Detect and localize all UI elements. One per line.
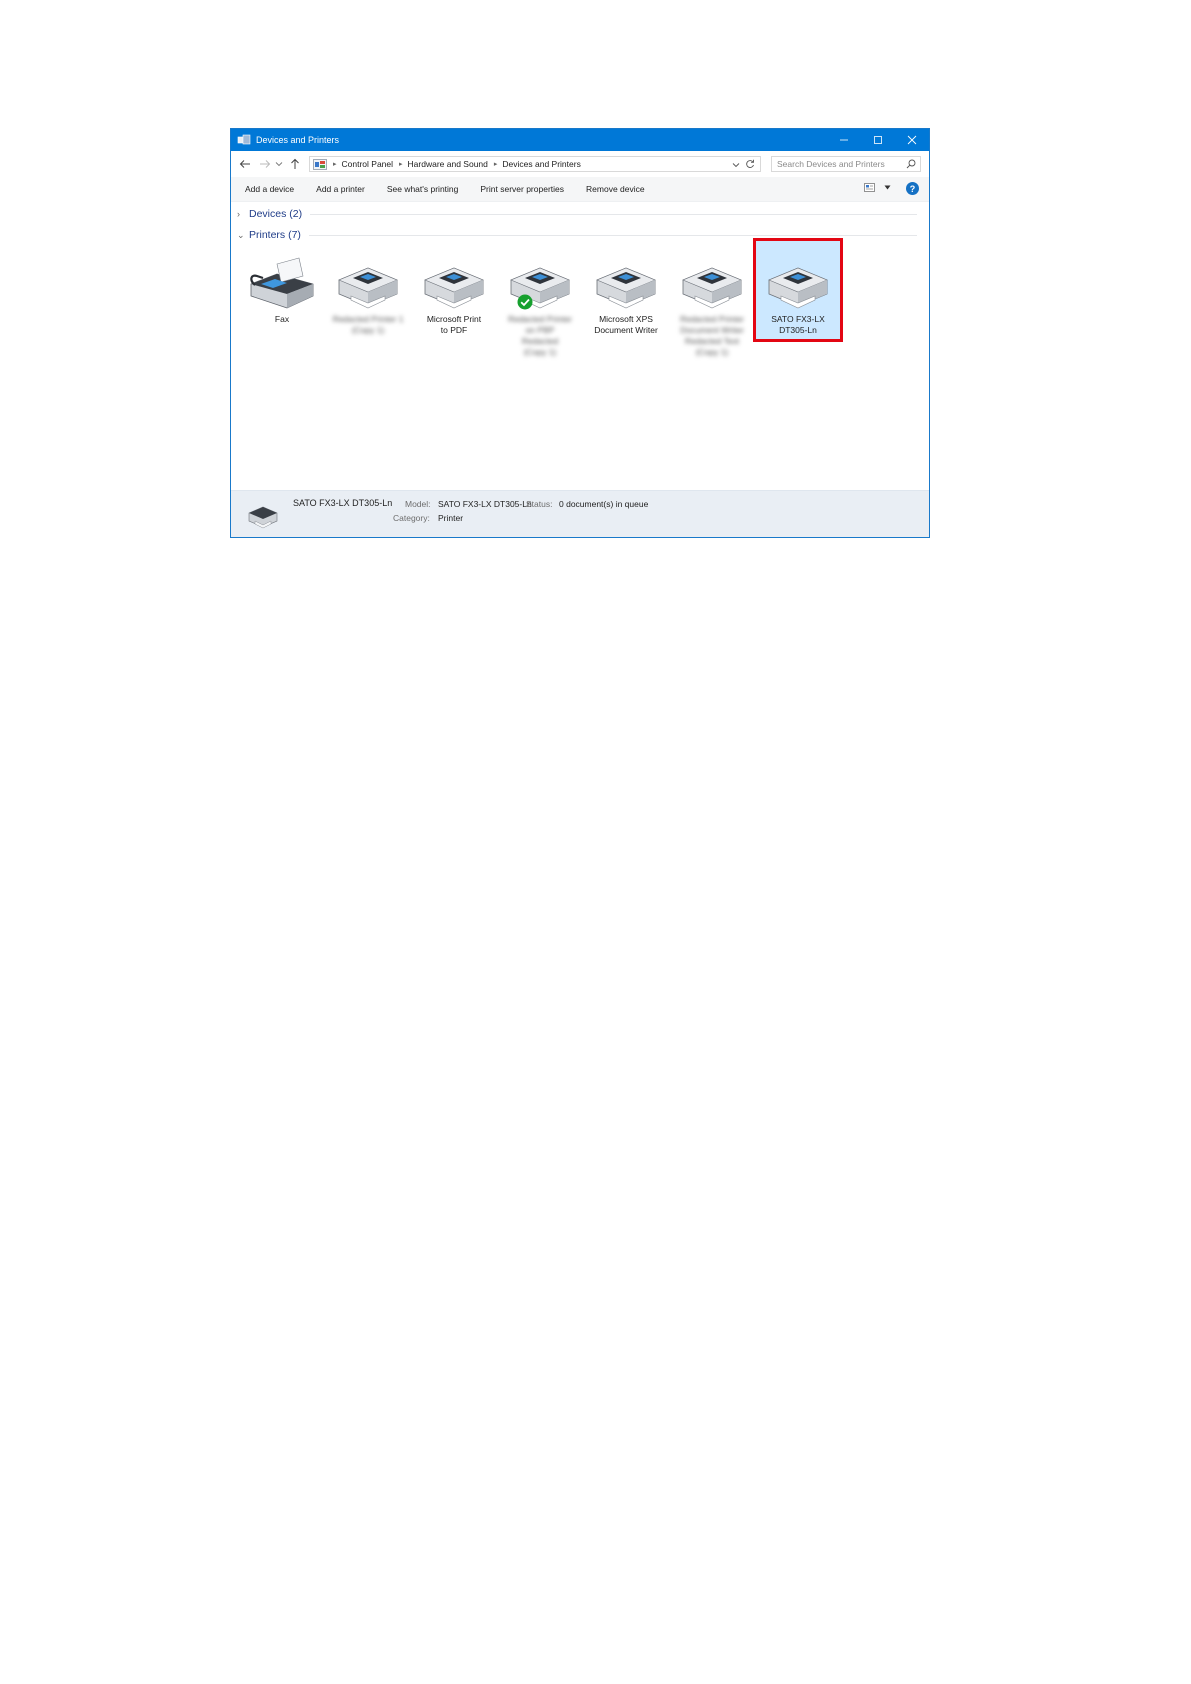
printer-icon [333,254,403,310]
dropdown-triangle-icon [884,185,891,190]
maximize-icon [874,136,882,144]
breadcrumb-separator-icon: ▸ [399,161,403,168]
maximize-button[interactable] [861,129,895,151]
up-button[interactable] [287,156,303,172]
breadcrumb-control-panel[interactable]: Control Panel [342,159,394,169]
printer-name-line: to PDF [440,325,468,335]
address-dropdown-button[interactable] [732,160,740,170]
printer-name-line: Redacted Printer [680,314,744,324]
breadcrumb-separator-icon: ▸ [333,161,337,168]
printer-tiles: Fax Redacted Printer 1 (Copy 1) Microsoft P… [239,240,841,357]
printer-tile[interactable]: Microsoft XPS Document Writer [583,240,669,340]
refresh-icon [746,159,754,168]
back-arrow-icon [239,160,250,168]
devices-group-header[interactable]: › Devices (2) [237,208,917,220]
selection-highlight-frame [753,238,843,342]
printer-name-line: (Copy 1) [695,347,729,357]
title-bar[interactable]: Devices and Printers [231,129,929,151]
model-value: SATO FX3-LX DT305-Ln [438,499,532,509]
devices-printers-app-icon [237,134,251,145]
model-label: Model: [405,499,431,509]
forward-arrow-icon [260,160,271,168]
printer-name: Redacted Printer Document Writer Redacted … [672,314,752,358]
command-bar: Add a device Add a printer See what's pr… [231,177,929,202]
printer-name-line: Redacted Printer [508,314,572,324]
printer-name-line: on PBP [525,325,555,335]
chevron-down-icon [275,162,283,167]
printer-name: Redacted Printer on PBP Redacted (Copy 1) [500,314,580,358]
printer-name: Microsoft XPS Document Writer [586,314,666,336]
printer-tile[interactable]: Redacted Printer Document Writer Redacted … [669,240,755,357]
search-icon [906,159,916,169]
control-panel-icon [313,158,327,170]
printer-name: Redacted Printer 1 (Copy 1) [328,314,408,336]
change-view-button[interactable] [864,183,891,192]
printer-tile[interactable]: Redacted Printer 1 (Copy 1) [325,240,411,340]
add-device-button[interactable]: Add a device [245,184,294,194]
address-bar[interactable]: ▸ Control Panel ▸ Hardware and Sound ▸ D… [309,156,761,172]
printer-name-line: Microsoft Print [426,314,482,324]
address-row: ▸ Control Panel ▸ Hardware and Sound ▸ D… [231,151,929,177]
window-title: Devices and Printers [256,135,340,145]
chevron-down-icon [732,163,740,168]
search-placeholder: Search Devices and Printers [777,159,885,169]
close-button[interactable] [895,129,929,151]
chevron-down-icon: ⌄ [237,229,245,240]
add-printer-button[interactable]: Add a printer [316,184,365,194]
printer-name-line: Redacted Printer 1 [332,314,404,324]
fax-icon [247,254,317,310]
help-button[interactable]: ? [906,182,919,195]
printer-name-line: Fax [274,314,290,324]
devices-and-printers-window: Devices and Printers ▸ Control Panel ▸ H… [230,128,930,538]
status-value: 0 document(s) in queue [559,499,649,509]
content-area: › Devices (2) ⌄ Printers (7) Fax Redacted… [231,202,929,495]
remove-device-button[interactable]: Remove device [586,184,645,194]
status-label: Status: [526,499,553,509]
printer-tile[interactable]: Redacted Printer on PBP Redacted (Copy 1) [497,240,583,357]
printer-icon [591,254,661,310]
minimize-icon [840,139,848,141]
close-icon [907,135,917,145]
breadcrumb-hardware-and-sound[interactable]: Hardware and Sound [408,159,488,169]
forward-button[interactable] [257,156,273,172]
group-divider [308,234,917,236]
print-server-properties-button[interactable]: Print server properties [480,184,564,194]
breadcrumb-separator-icon: ▸ [493,161,498,168]
devices-group-label: Devices (2) [249,208,303,220]
printer-name-line: Document Writer [680,325,744,335]
search-input[interactable]: Search Devices and Printers [771,156,921,172]
printer-tile[interactable]: Fax [239,240,325,340]
details-pane: SATO FX3-LX DT305-Ln Model: SATO FX3-LX … [231,490,929,537]
selected-device-name: SATO FX3-LX DT305-Ln [293,498,393,508]
printer-name-line: Redacted [521,336,559,346]
printer-name-line: (Copy 1) [523,347,557,357]
printer-tile[interactable]: Microsoft Print to PDF [411,240,497,340]
refresh-button[interactable] [745,159,755,171]
printer-name: Microsoft Print to PDF [414,314,494,336]
printer-name-line: Microsoft XPS [599,314,653,324]
printer-name-line: (Copy 1) [351,325,385,335]
back-button[interactable] [237,156,253,172]
printer-name-line: Redacted Text [684,336,740,346]
category-value: Printer [438,513,464,523]
see-whats-printing-button[interactable]: See what's printing [387,184,459,194]
printer-name-line: Document Writer [594,325,658,335]
default-printer-check-icon [517,294,533,315]
category-label: Category: [393,513,430,523]
breadcrumb-devices-and-printers[interactable]: Devices and Printers [502,159,580,169]
printer-icon [419,254,489,310]
printer-icon [248,506,278,529]
group-divider [310,213,917,215]
printer-icon [677,254,747,310]
printer-name: Fax [242,314,322,325]
chevron-right-icon: › [237,209,240,219]
minimize-button[interactable] [827,129,861,151]
view-icon [864,183,875,192]
recent-locations-button[interactable] [273,156,285,172]
up-arrow-icon [291,158,299,169]
printer-icon [505,254,575,310]
